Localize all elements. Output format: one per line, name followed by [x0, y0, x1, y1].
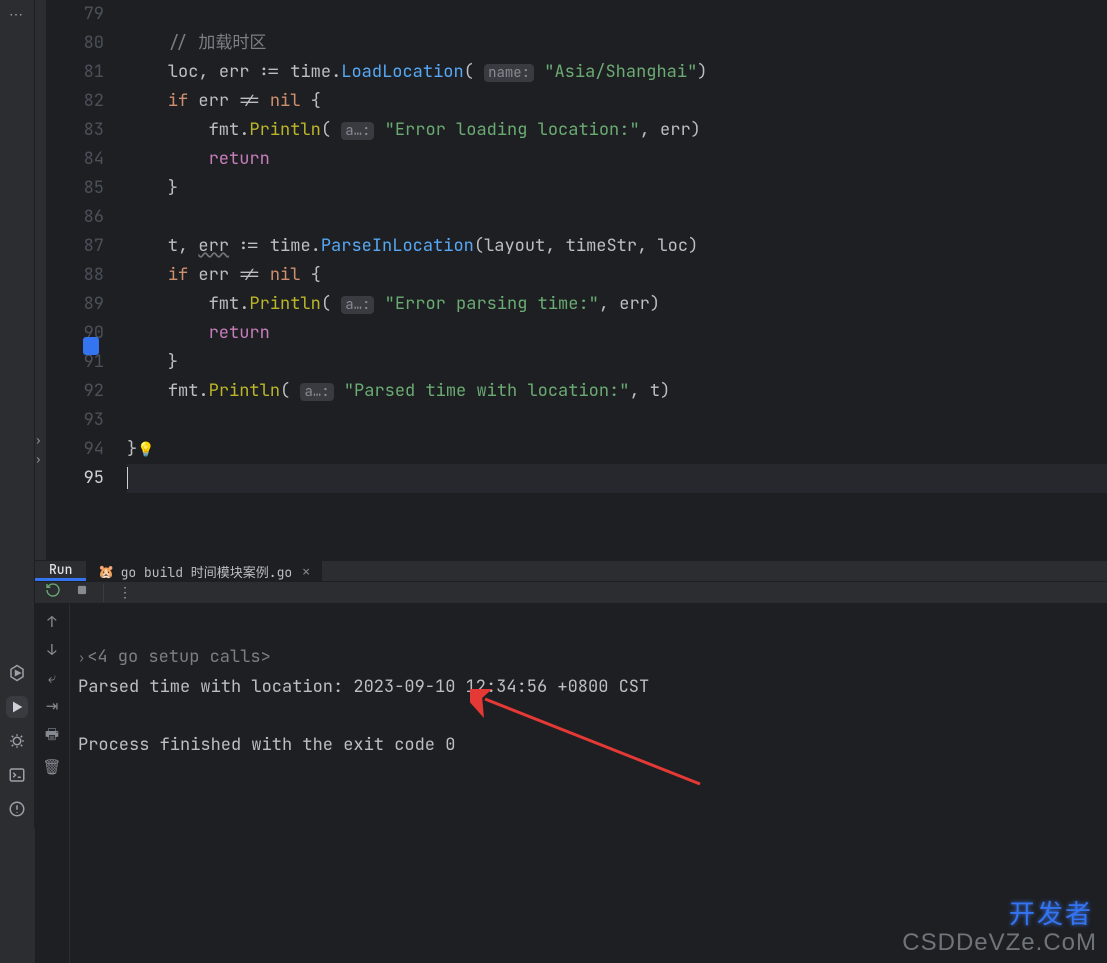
exit-line: Process finished with the exit code 0 [78, 734, 455, 756]
watermark-cn: 开发者 [1009, 900, 1093, 929]
run-panel-body: ↑ ↓ ⤶ ⇥ 🖶 🗑 ›<4 go setup calls> Parsed t… [35, 604, 1107, 963]
code-line[interactable] [127, 0, 1107, 29]
print-icon[interactable]: 🖶 [45, 724, 59, 749]
code-line[interactable]: if err != nil { [127, 261, 1107, 290]
clear-icon[interactable]: 🗑 [42, 757, 61, 777]
problems-icon[interactable] [6, 798, 28, 820]
tab-build-label: go build 时间模块案例.go [121, 562, 293, 581]
structure-gutter: › › [35, 0, 47, 560]
code-editor[interactable]: › › 7980818283848586878889909192939495 /… [35, 0, 1107, 560]
code-line[interactable]: fmt.Println( a…: "Parsed time with locat… [127, 377, 1107, 406]
console-output[interactable]: ›<4 go setup calls> Parsed time with loc… [70, 604, 1107, 963]
line-number-gutter: 7980818283848586878889909192939495 [47, 0, 119, 560]
code-line[interactable]: fmt.Println( a…: "Error loading location… [127, 116, 1107, 145]
code-line[interactable] [127, 406, 1107, 435]
annotation-arrow [470, 689, 730, 809]
code-line[interactable]: loc, err := time.LoadLocation( name: "As… [127, 58, 1107, 87]
code-line[interactable] [127, 203, 1107, 232]
rerun-icon[interactable] [45, 582, 61, 603]
more-actions-icon[interactable]: ⋮ [118, 584, 132, 602]
code-line[interactable]: }💡 [127, 435, 1107, 464]
setup-calls-line[interactable]: <4 go setup calls> [87, 646, 271, 668]
run-icon[interactable] [6, 696, 28, 718]
code-line[interactable]: } [127, 174, 1107, 203]
terminal-icon[interactable] [6, 764, 28, 786]
code-line[interactable]: return [127, 319, 1107, 348]
code-area[interactable]: // 加载时区 loc, err := time.LoadLocation( n… [119, 0, 1107, 560]
tab-run[interactable]: Run [35, 561, 86, 581]
code-line[interactable]: // 加载时区 [127, 29, 1107, 58]
code-line[interactable]: if err != nil { [127, 87, 1107, 116]
output-line: Parsed time with location: 2023-09-10 12… [78, 676, 649, 698]
run-toolbar: ⋮ [35, 582, 1107, 604]
down-icon[interactable]: ↓ [47, 640, 56, 660]
go-icon: 🐹 [98, 563, 114, 580]
stop-icon[interactable] [75, 583, 89, 602]
debug-icon[interactable] [6, 730, 28, 752]
soft-wrap-icon[interactable]: ⤶ [48, 668, 56, 688]
code-line[interactable]: fmt.Println( a…: "Error parsing time:", … [127, 290, 1107, 319]
code-line[interactable] [127, 464, 1107, 493]
code-line[interactable]: } [127, 348, 1107, 377]
code-line[interactable]: return [127, 145, 1107, 174]
code-line[interactable]: t, err := time.ParseInLocation(layout, t… [127, 232, 1107, 261]
close-icon[interactable]: ✕ [302, 563, 310, 580]
console-side-toolbar: ↑ ↓ ⤶ ⇥ 🖶 🗑 [35, 604, 70, 963]
scroll-to-end-icon[interactable]: ⇥ [46, 696, 59, 716]
bookmark-icon[interactable] [83, 337, 99, 355]
watermark-en: CSDDeVZe.CoM [902, 928, 1097, 957]
run-panel-tabs: Run 🐹 go build 时间模块案例.go ✕ [35, 560, 1107, 582]
services-icon[interactable] [6, 662, 28, 684]
tool-strip: ⋯ [0, 0, 35, 828]
up-icon[interactable]: ↑ [47, 612, 56, 632]
tab-build-config[interactable]: 🐹 go build 时间模块案例.go ✕ [86, 561, 323, 581]
more-icon[interactable]: ⋯ [9, 6, 25, 24]
